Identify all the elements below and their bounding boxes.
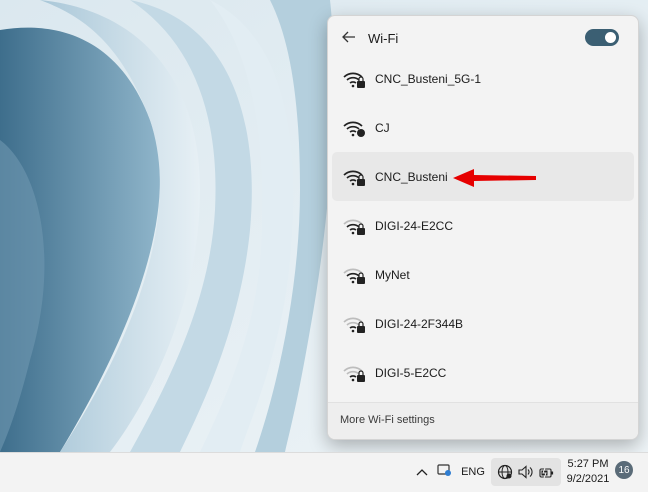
network-item[interactable]: DIGI-5-E2CC	[332, 348, 634, 397]
network-name: MyNet	[375, 267, 410, 282]
notification-count-badge[interactable]: 16	[615, 461, 633, 479]
globe-network-icon	[497, 464, 513, 485]
network-name: CNC_Busteni	[375, 169, 448, 184]
network-item[interactable]: CJ	[332, 103, 634, 152]
clock-time: 5:27 PM	[567, 458, 609, 470]
wifi-secured-icon	[342, 69, 366, 89]
panel-footer: More Wi-Fi settings	[328, 402, 638, 439]
wifi-secured-icon	[342, 167, 366, 187]
network-list: CNC_Busteni_5G-1 CJ CNC_Busteni DIGI-24-…	[332, 54, 634, 397]
network-name: DIGI-24-2F344B	[375, 316, 464, 331]
wifi-secured-icon	[342, 363, 366, 383]
network-item[interactable]: DIGI-24-E2CC	[332, 201, 634, 250]
wifi-flyout-panel: Wi-Fi CNC_Busteni_5G-1 CJ CNC_Busteni DI…	[327, 15, 639, 440]
network-item[interactable]: CNC_Busteni_5G-1	[332, 54, 634, 103]
clock-date: 9/2/2021	[566, 473, 610, 485]
language-indicator[interactable]: ENG	[459, 464, 487, 480]
panel-title: Wi-Fi	[368, 31, 399, 46]
network-item[interactable]: MyNet	[332, 250, 634, 299]
back-arrow-icon	[342, 30, 356, 48]
wifi-secured-icon	[342, 118, 366, 138]
quick-settings-button[interactable]	[491, 458, 561, 486]
onedrive-icon	[436, 463, 452, 482]
network-name: CJ	[375, 120, 390, 135]
network-item[interactable]: DIGI-24-2F344B	[332, 299, 634, 348]
network-name: CNC_Busteni_5G-1	[375, 71, 482, 86]
wifi-secured-icon	[342, 216, 366, 236]
show-hidden-icons-button[interactable]	[412, 462, 432, 482]
battery-icon	[539, 466, 555, 484]
wifi-toggle[interactable]	[585, 29, 619, 46]
back-button[interactable]	[338, 28, 360, 50]
onedrive-tray-button[interactable]	[434, 462, 454, 482]
wifi-secured-icon	[342, 314, 366, 334]
network-name: DIGI-5-E2CC	[375, 365, 447, 380]
volume-icon	[518, 465, 534, 484]
chevron-up-icon	[416, 463, 428, 481]
taskbar: ENG 5:27 PM 9/2/2021 16	[0, 452, 648, 492]
red-arrow-annotation-icon	[453, 169, 536, 187]
wifi-secured-icon	[342, 265, 366, 285]
network-name: DIGI-24-E2CC	[375, 218, 454, 233]
clock[interactable]: 5:27 PM 9/2/2021	[562, 457, 614, 487]
toggle-knob	[605, 32, 616, 43]
more-wifi-settings-link[interactable]: More Wi-Fi settings	[340, 414, 435, 426]
